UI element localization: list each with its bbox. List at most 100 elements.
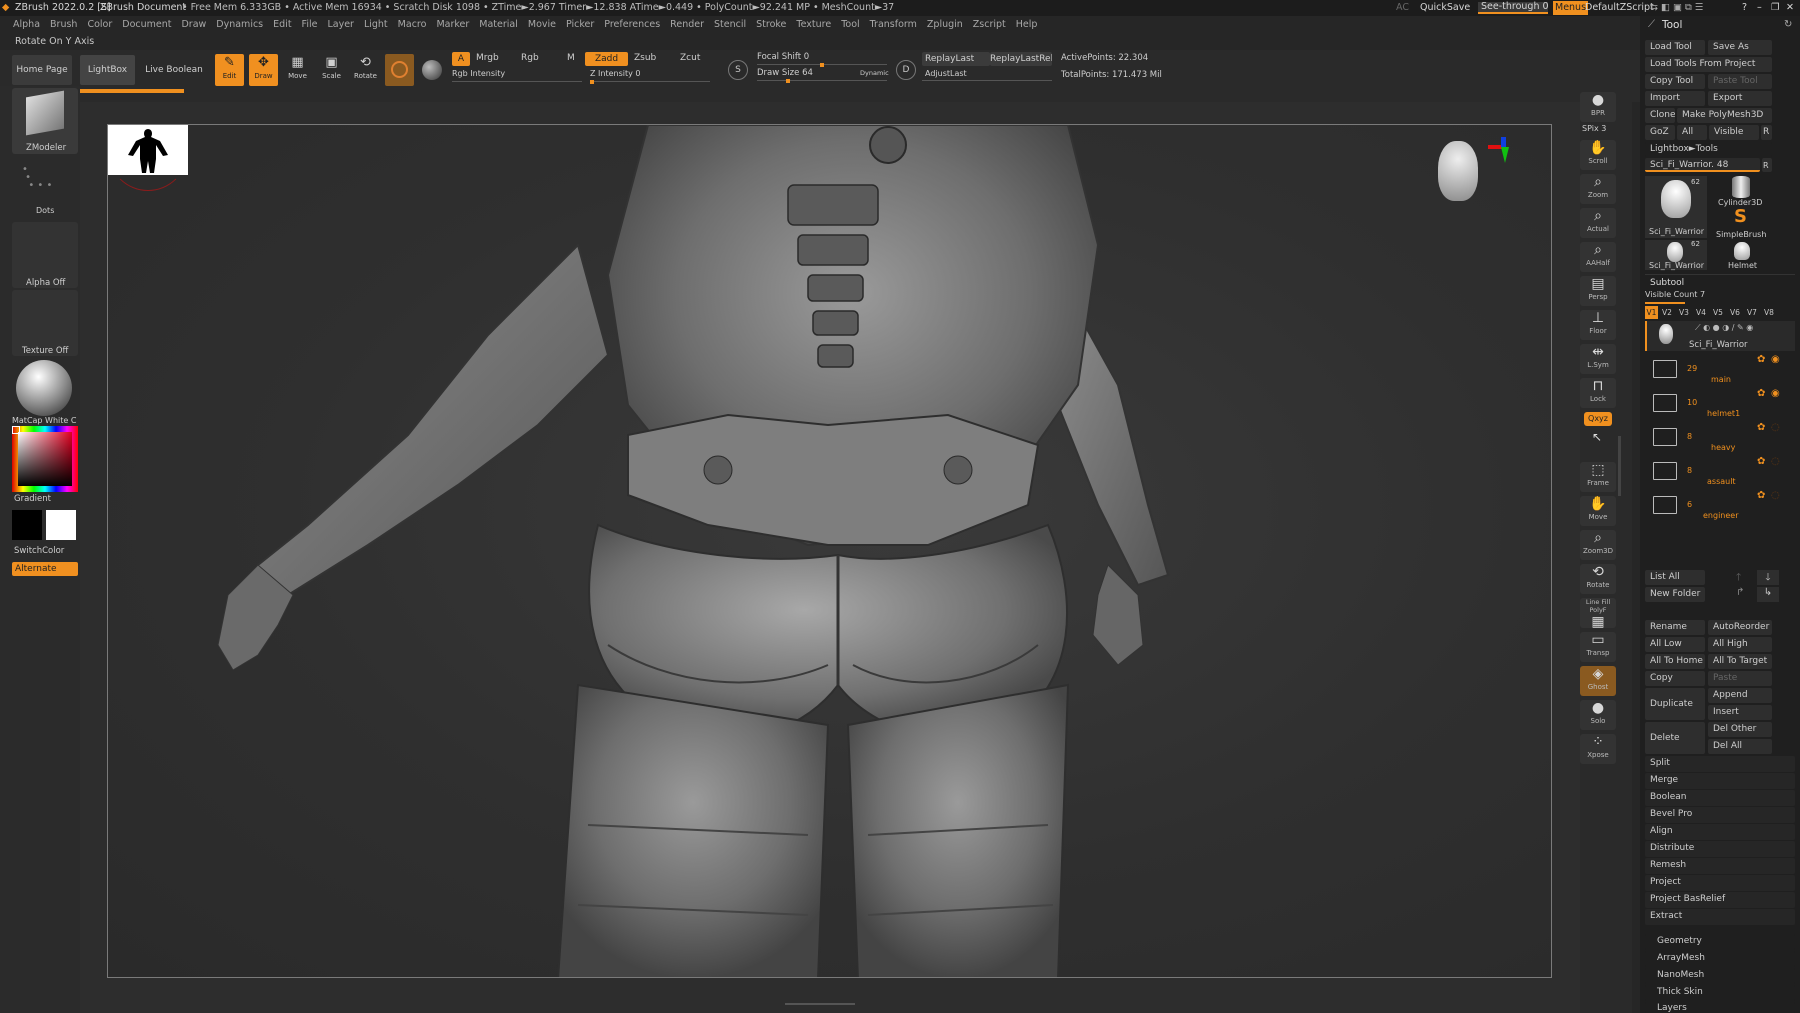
menu-picker[interactable]: Picker — [566, 19, 594, 30]
project-basrelief-section[interactable]: Project BasRelief — [1645, 892, 1795, 908]
move-view-button[interactable]: ✋ Move — [1580, 496, 1616, 526]
actual-button[interactable]: ⌕ Actual — [1580, 208, 1616, 238]
brush-selector[interactable] — [385, 54, 414, 86]
folder-eye-off-icon[interactable]: ◌ — [1771, 422, 1780, 433]
head-navigator-icon[interactable] — [1438, 141, 1478, 201]
menu-dynamics[interactable]: Dynamics — [216, 19, 263, 30]
folder-eye-icon[interactable]: ◉ — [1771, 388, 1780, 399]
nanomesh-section[interactable]: NanoMesh — [1645, 968, 1795, 984]
v4-button[interactable]: V4 — [1696, 306, 1706, 319]
spix-slider[interactable]: SPix 3 — [1582, 124, 1606, 133]
scale-mode-button[interactable]: ▣ Scale — [317, 54, 346, 86]
menu-marker[interactable]: Marker — [436, 19, 469, 30]
pin-icon[interactable]: ⟋ — [1648, 16, 1655, 34]
paste-tool-button[interactable]: Paste Tool — [1708, 74, 1772, 89]
del-other-button[interactable]: Del Other — [1708, 722, 1772, 737]
menu-render[interactable]: Render — [670, 19, 704, 30]
persp-button[interactable]: ▤ Persp — [1580, 276, 1616, 306]
menu-layer[interactable]: Layer — [327, 19, 354, 30]
draw-size-knob[interactable] — [786, 79, 790, 83]
alpha-thumbnail[interactable]: Alpha Off — [12, 222, 78, 288]
axis-gizmo-icon[interactable] — [1488, 137, 1509, 163]
alternate-toggle[interactable]: Alternate — [12, 562, 78, 576]
maximize-icon[interactable]: ❐ — [1771, 0, 1780, 16]
lock-button[interactable]: ⊓ Lock — [1580, 378, 1616, 408]
menu-tool[interactable]: Tool — [841, 19, 859, 30]
menu-stencil[interactable]: Stencil — [714, 19, 746, 30]
subtool-folder-helmet1[interactable]: 10 helmet1 ✿ ◉ — [1645, 388, 1795, 420]
menu-zplugin[interactable]: Zplugin — [927, 19, 963, 30]
zoom3d-button[interactable]: ⌕ Zoom3D — [1580, 530, 1616, 560]
folder-gear-icon[interactable]: ✿ — [1757, 422, 1765, 433]
delete-button[interactable]: Delete — [1645, 722, 1705, 754]
menu-color[interactable]: Color — [87, 19, 112, 30]
make-polymesh3d-button[interactable]: Make PolyMesh3D — [1677, 108, 1772, 123]
goz-all-button[interactable]: All — [1677, 125, 1707, 140]
primary-color-swatch[interactable] — [46, 510, 76, 540]
save-as-button[interactable]: Save As — [1708, 40, 1772, 55]
stroke-selector[interactable] — [419, 56, 445, 84]
subtool-header[interactable]: Subtool — [1650, 278, 1684, 288]
brush-thumbnail[interactable]: ZModeler — [12, 88, 78, 154]
bevel-pro-section[interactable]: Bevel Pro — [1645, 807, 1795, 823]
menu-movie[interactable]: Movie — [528, 19, 556, 30]
subtool-controls-icon[interactable]: ⟋ ◐ ● ◑ ∕ ✎ ◉ — [1695, 323, 1753, 333]
all-to-target-button[interactable]: All To Target — [1708, 654, 1772, 669]
switch-color-button[interactable]: SwitchColor — [14, 546, 64, 556]
floor-button[interactable]: ⊥ Floor — [1580, 310, 1616, 340]
import-button[interactable]: Import — [1645, 91, 1705, 106]
list-all-button[interactable]: List All — [1645, 570, 1705, 585]
tool-thumb-helmet[interactable]: Helmet — [1710, 240, 1772, 270]
arraymesh-section[interactable]: ArrayMesh — [1645, 951, 1795, 967]
replay-last-rel-button[interactable]: ReplayLastRel — [990, 52, 1052, 66]
geometry-section[interactable]: Geometry — [1645, 934, 1795, 950]
subtool-item-sci-fi-warrior[interactable]: ⟋ ◐ ● ◑ ∕ ✎ ◉ Sci_Fi_Warrior — [1645, 321, 1795, 351]
ghost-button[interactable]: ◈ Ghost — [1580, 666, 1616, 696]
live-boolean-button[interactable]: Live Boolean — [143, 55, 205, 85]
folder-eye-icon[interactable]: ◉ — [1771, 354, 1780, 365]
focal-shift-knob[interactable] — [820, 63, 824, 67]
folder-gear-icon[interactable]: ✿ — [1757, 388, 1765, 399]
all-to-home-button[interactable]: All To Home — [1645, 654, 1705, 669]
draw-size-slider[interactable]: Draw Size 64 — [757, 68, 813, 78]
move-down-icon[interactable]: ↳ — [1757, 587, 1779, 602]
menu-material[interactable]: Material — [479, 19, 518, 30]
copy-tool-button[interactable]: Copy Tool — [1645, 74, 1705, 89]
v8-button[interactable]: V8 — [1764, 306, 1774, 319]
menu-macro[interactable]: Macro — [398, 19, 427, 30]
remesh-section[interactable]: Remesh — [1645, 858, 1795, 874]
subtool-folder-heavy[interactable]: 8 heavy ✿ ◌ — [1645, 422, 1795, 454]
arrow-down-icon[interactable]: 🡓 — [1757, 570, 1779, 585]
draw-mode-button[interactable]: ✥ Draw — [249, 54, 278, 86]
layers-section[interactable]: Layers — [1645, 1002, 1795, 1013]
stroke-thumbnail[interactable]: • • • • • Dots — [12, 158, 78, 218]
duplicate-button[interactable]: Duplicate — [1645, 688, 1705, 720]
thick-skin-section[interactable]: Thick Skin — [1645, 985, 1795, 1001]
solo-button[interactable]: ● Solo — [1580, 700, 1616, 730]
subtool-folder-assault[interactable]: 8 assault ✿ ◌ — [1645, 456, 1795, 488]
goz-visible-button[interactable]: Visible — [1709, 125, 1759, 140]
right-shelf-scrollbar[interactable] — [1618, 436, 1621, 496]
zcut-toggle[interactable]: Zcut — [680, 53, 700, 63]
tool-thumb-simplebrush[interactable]: S SimpleBrush — [1710, 206, 1772, 239]
zsub-toggle[interactable]: Zsub — [634, 53, 656, 63]
menu-file[interactable]: File — [302, 19, 318, 30]
load-tool-button[interactable]: Load Tool — [1645, 40, 1705, 55]
arrow-up-icon[interactable]: 🡑 — [1736, 570, 1741, 587]
tool-thumb-sci-fi-warrior[interactable]: 62 Sci_Fi_Warrior — [1645, 176, 1707, 238]
all-high-button[interactable]: All High — [1708, 637, 1772, 652]
extract-section[interactable]: Extract — [1645, 909, 1795, 925]
menu-edit[interactable]: Edit — [273, 19, 291, 30]
folder-gear-icon[interactable]: ✿ — [1757, 490, 1765, 501]
quicksave-button[interactable]: QuickSave — [1420, 0, 1470, 16]
dynamic-toggle[interactable]: Dynamic — [860, 69, 889, 77]
del-all-button[interactable]: Del All — [1708, 739, 1772, 754]
v6-button[interactable]: V6 — [1730, 306, 1740, 319]
3d-viewport[interactable] — [107, 124, 1552, 978]
distribute-section[interactable]: Distribute — [1645, 841, 1795, 857]
menu-document[interactable]: Document — [122, 19, 171, 30]
m-toggle[interactable]: M — [567, 53, 575, 63]
zadd-toggle[interactable]: Zadd — [585, 52, 628, 66]
rename-button[interactable]: Rename — [1645, 620, 1705, 635]
v7-button[interactable]: V7 — [1747, 306, 1757, 319]
